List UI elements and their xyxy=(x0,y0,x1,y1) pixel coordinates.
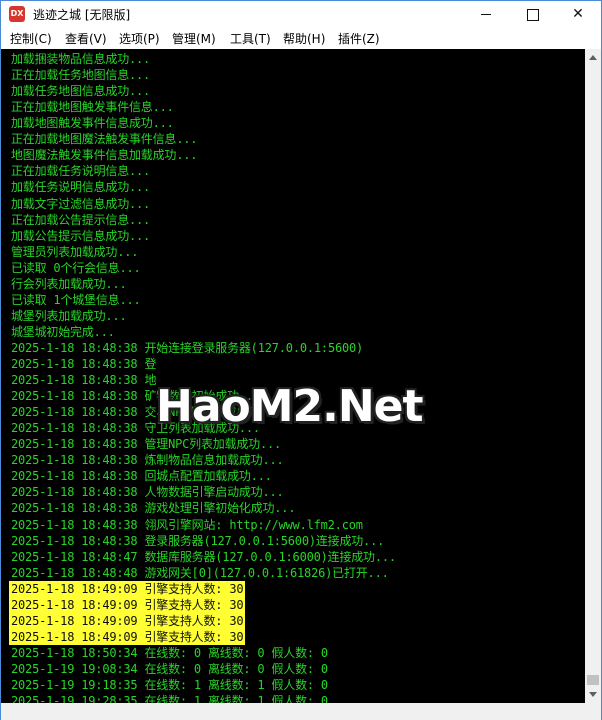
window-title: 逃迹之城 [无限版] xyxy=(33,8,131,22)
maximize-button[interactable] xyxy=(509,1,555,27)
scroll-thumb[interactable] xyxy=(587,675,599,685)
log-line: 加载公告提示信息成功... xyxy=(11,228,151,243)
log-line: 已读取 1个城堡信息... xyxy=(11,292,141,307)
log-line-highlighted: 2025-1-18 18:49:09 引擎支持人数: 30 xyxy=(9,612,246,629)
menu-view[interactable]: 查看(V) xyxy=(65,30,107,47)
log-line: 2025-1-18 18:48:38 登录服务器(127.0.0.1:5600)… xyxy=(11,533,385,548)
log-line: 2025-1-19 19:28:35 在线数: 1 离线数: 1 假人数: 0 xyxy=(11,694,328,703)
app-window: DX 逃迹之城 [无限版] ✕ 控制(C) 查看(V) 选项(P) 管理(M) … xyxy=(0,0,602,720)
log-line: 城堡列表加载成功... xyxy=(11,308,127,323)
log-line: 加载地图触发事件信息成功... xyxy=(11,116,174,131)
vertical-scrollbar[interactable] xyxy=(585,49,601,703)
close-icon: ✕ xyxy=(572,6,584,22)
log-line: 2025-1-18 18:48:38 地 xyxy=(11,373,157,387)
log-line-highlighted: 2025-1-18 18:49:09 引擎支持人数: 30 xyxy=(9,596,246,613)
close-button[interactable]: ✕ xyxy=(555,1,601,27)
log-line: 2025-1-18 18:48:38 登 xyxy=(11,356,157,371)
log-line: 2025-1-18 18:48:38 管理NPC列表加载成功... xyxy=(11,437,282,452)
log-line: 加载任务地图信息成功... xyxy=(11,84,151,99)
log-line: 2025-1-18 18:48:38 炼制物品信息加载成功... xyxy=(11,453,284,468)
log-line: 2025-1-18 18:50:34 在线数: 0 离线数: 0 假人数: 0 xyxy=(11,645,328,660)
log-line: 2025-1-19 19:18:35 在线数: 1 离线数: 1 假人数: 0 xyxy=(11,678,328,692)
log-line: 正在加载地图魔法触发事件信息... xyxy=(11,132,198,147)
log-line: 2025-1-18 18:48:38 游戏处理引擎初始化成功... xyxy=(11,501,296,516)
log-console[interactable]: 加载捆装物品信息成功... 正在加载任务地图信息... 加载任务地图信息成功... 正… xyxy=(1,49,585,703)
watermark-logo: HaoM2.Net xyxy=(156,381,424,432)
log-line: 正在加载任务地图信息... xyxy=(11,68,151,83)
log-line: 2025-1-18 18:48:38 回城点配置加载成功... xyxy=(11,469,272,484)
scroll-down-arrow-icon[interactable] xyxy=(585,687,601,703)
log-line: 2025-1-18 18:48:47 数据库服务器(127.0.0.1:6000… xyxy=(11,549,396,564)
log-line: 2025-1-19 19:08:34 在线数: 0 离线数: 0 假人数: 0 xyxy=(11,661,328,676)
log-line: 加载捆装物品信息成功... xyxy=(11,52,151,66)
log-line: 2025-1-18 18:48:48 游戏网关[0](127.0.0.1:618… xyxy=(11,565,389,580)
log-line-highlighted: 2025-1-18 18:49:09 引擎支持人数: 30 xyxy=(9,580,246,597)
app-icon[interactable]: DX xyxy=(9,6,25,22)
log-line: 加载任务说明信息成功... xyxy=(11,180,151,195)
log-line: 管理员列表加载成功... xyxy=(11,244,139,259)
log-line: 加载文字过滤信息成功... xyxy=(11,196,151,211)
log-line: 城堡城初始完成... xyxy=(11,324,115,339)
menu-tools[interactable]: 工具(T) xyxy=(230,30,271,47)
log-line: 行会列表加载成功... xyxy=(11,276,127,291)
scroll-up-arrow-icon[interactable] xyxy=(585,49,601,65)
log-line: 正在加载公告提示信息... xyxy=(11,212,151,227)
log-line: 地图魔法触发事件信息加载成功... xyxy=(11,148,198,163)
log-line: 正在加载任务说明信息... xyxy=(11,164,151,179)
log-line: 已读取 0个行会信息... xyxy=(11,260,141,275)
menu-control[interactable]: 控制(C) xyxy=(10,30,52,47)
log-line-highlighted: 2025-1-18 18:49:09 引擎支持人数: 30 xyxy=(9,628,246,645)
log-line: 2025-1-18 18:48:38 翎风引擎网站: http://www.lf… xyxy=(11,517,363,532)
log-line: 2025-1-18 18:48:38 人物数据引擎启动成功... xyxy=(11,485,284,500)
menu-manage[interactable]: 管理(M) xyxy=(172,30,216,47)
menu-plugins[interactable]: 插件(Z) xyxy=(338,30,380,47)
window-bottom-edge xyxy=(1,703,601,720)
minimize-button[interactable] xyxy=(463,1,509,27)
log-line: 正在加载地图触发事件信息... xyxy=(11,100,174,115)
menu-help[interactable]: 帮助(H) xyxy=(283,30,325,47)
title-bar[interactable]: DX 逃迹之城 [无限版] ✕ xyxy=(1,1,601,27)
menu-bar: 控制(C) 查看(V) 选项(P) 管理(M) 工具(T) 帮助(H) 插件(Z… xyxy=(1,28,601,48)
log-line: 2025-1-18 18:48:38 开始连接登录服务器(127.0.0.1:5… xyxy=(11,340,364,355)
menu-options[interactable]: 选项(P) xyxy=(119,30,160,47)
